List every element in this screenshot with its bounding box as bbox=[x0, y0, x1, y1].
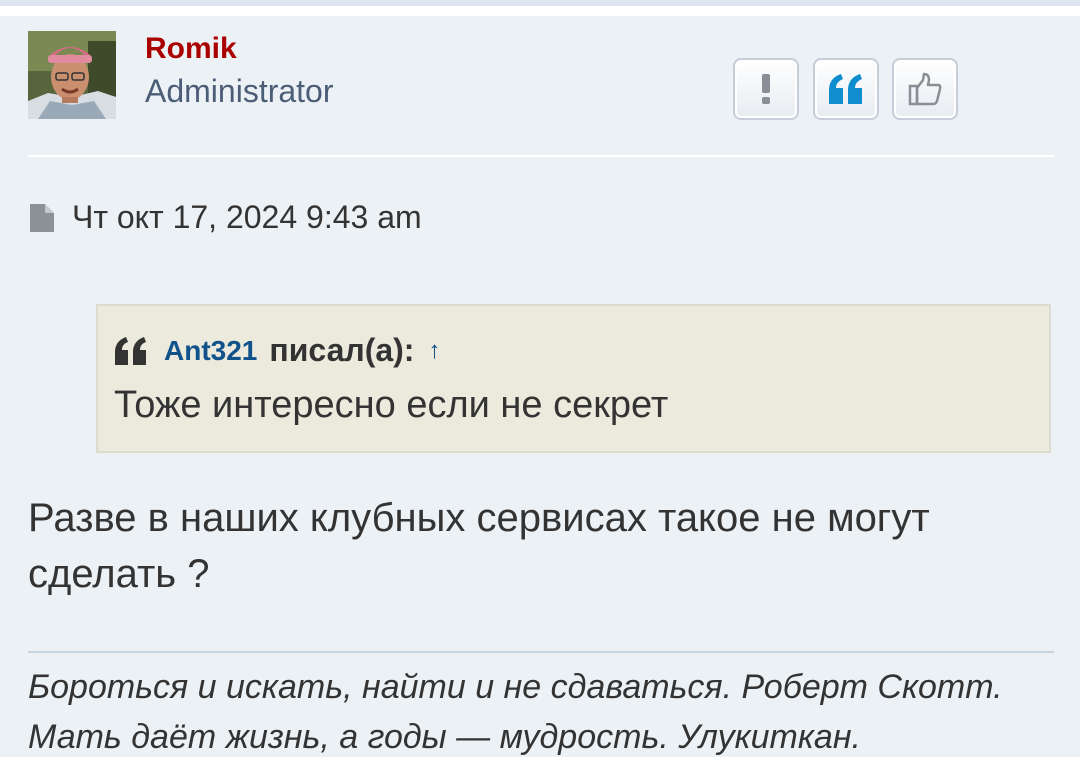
post-content-line-1: Разве в наших клубных сервисах такое не … bbox=[28, 496, 930, 540]
post-content-line-2: сделать ? bbox=[28, 552, 210, 596]
quote-citation: Ant321 писал(а): ↑ bbox=[114, 332, 440, 369]
post-date: Чт окт 17, 2024 9:43 am bbox=[30, 199, 422, 236]
quote-marks-icon bbox=[115, 336, 146, 365]
signature-divider bbox=[28, 651, 1054, 653]
signature: Бороться и искать, найти и не сдаваться.… bbox=[28, 662, 1058, 762]
author-rank: Administrator bbox=[145, 73, 334, 109]
quote-block: Ant321 писал(а): ↑ Тоже интересно если н… bbox=[96, 304, 1051, 453]
post: Romik Administrator Чт окт 17, 2024 9:43… bbox=[0, 16, 1080, 757]
signature-line-1: Бороться и искать, найти и не сдаваться.… bbox=[28, 668, 1003, 706]
author-name[interactable]: Romik bbox=[145, 32, 237, 66]
exclamation-icon bbox=[762, 74, 770, 104]
quote-text: Тоже интересно если не секрет bbox=[114, 384, 669, 426]
post-file-icon[interactable] bbox=[30, 203, 54, 232]
post-date-text: Чт окт 17, 2024 9:43 am bbox=[72, 199, 422, 235]
like-button[interactable] bbox=[892, 58, 958, 120]
thumbs-up-icon bbox=[908, 72, 942, 106]
post-content: Разве в наших клубных сервисах такое не … bbox=[28, 490, 1058, 602]
signature-line-2: Мать даёт жизнь, а годы — мудрость. Улук… bbox=[28, 718, 861, 756]
report-button[interactable] bbox=[733, 58, 799, 120]
top-bar bbox=[0, 0, 1080, 16]
quote-source-arrow-icon[interactable]: ↑ bbox=[428, 337, 440, 365]
avatar-photo bbox=[28, 31, 116, 119]
quote-wrote-label: писал(а): bbox=[269, 332, 415, 368]
quote-author-link[interactable]: Ant321 bbox=[164, 335, 257, 367]
post-header-divider bbox=[28, 155, 1054, 157]
quote-button[interactable] bbox=[813, 58, 879, 120]
quote-icon bbox=[829, 74, 862, 104]
top-bar-line bbox=[0, 0, 1080, 6]
avatar[interactable] bbox=[28, 31, 116, 119]
